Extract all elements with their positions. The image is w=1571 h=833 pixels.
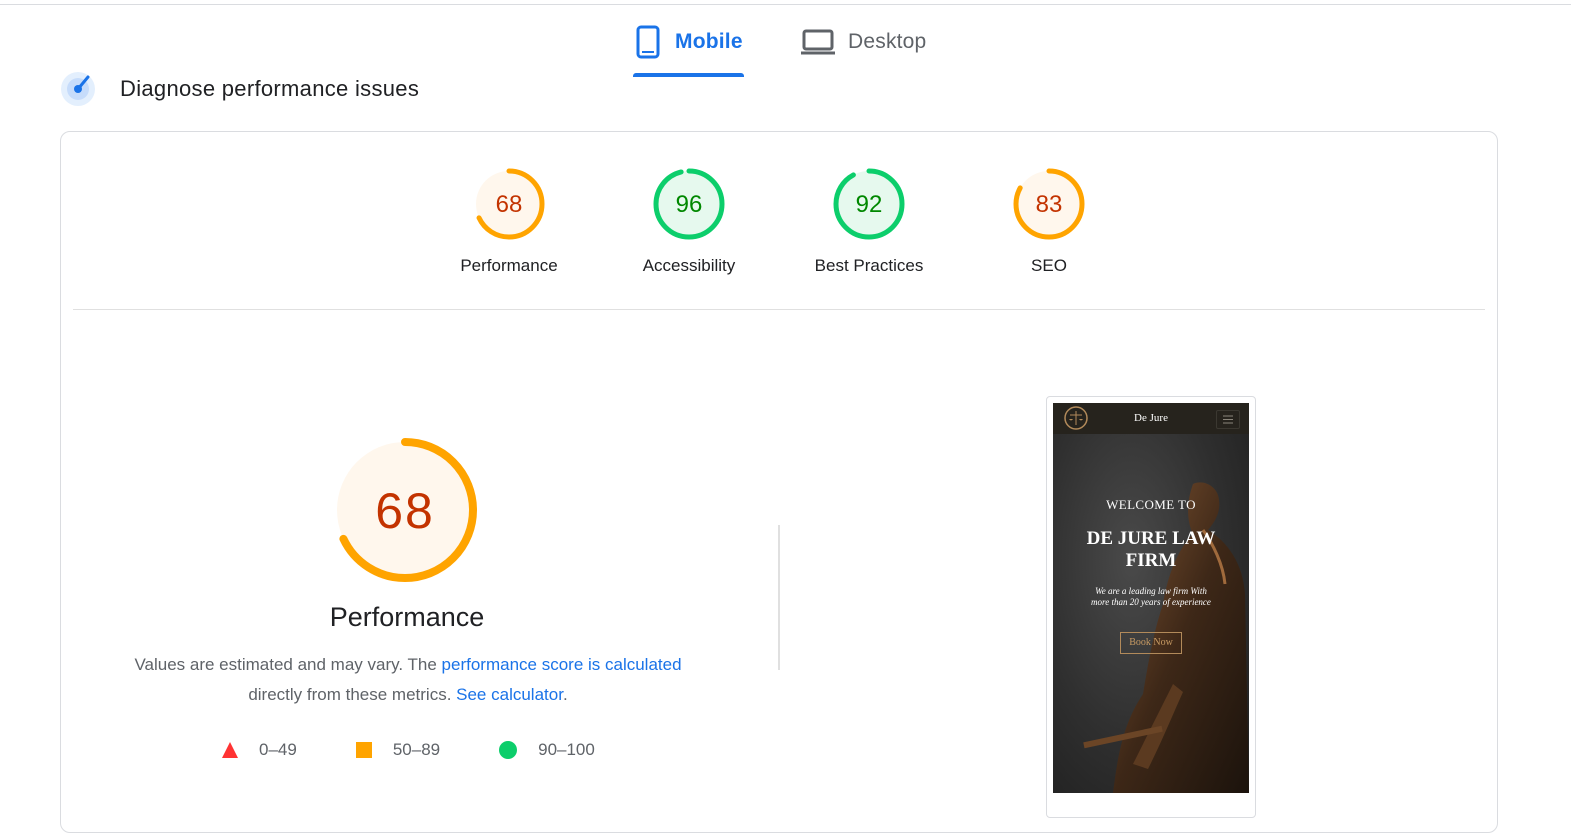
performance-description: Values are estimated and may vary. The p…: [91, 650, 725, 710]
gauge-accessibility[interactable]: 96 Accessibility: [619, 166, 759, 276]
performance-label: Performance: [460, 256, 558, 275]
active-tab-indicator: [633, 73, 744, 77]
legend-average-range: 50–89: [392, 740, 441, 759]
desc-text: Values are estimated and may vary. The: [134, 655, 442, 674]
performance-main-title: Performance: [329, 602, 485, 632]
accessibility-score: 96: [676, 191, 703, 218]
legend-average: 50–89: [355, 740, 440, 760]
tab-mobile-label: Mobile: [675, 30, 743, 53]
score-legend: 0–49 50–89 90–100: [221, 740, 653, 760]
hero-welcome: WELCOME TO: [1106, 497, 1196, 512]
legend-pass-range: 90–100: [538, 740, 595, 759]
hero-title: DE JURE LAW FIRM: [1086, 528, 1216, 571]
desc-text: directly from these metrics.: [248, 685, 457, 704]
lady-justice-statue-image: [1083, 482, 1249, 793]
smartphone-icon: [636, 25, 660, 59]
hero-subtitle: We are a leading law firm With more than…: [1091, 586, 1211, 607]
performance-gauge-ring: 68: [473, 168, 545, 240]
accessibility-gauge-ring: 96: [653, 168, 725, 240]
hamburger-menu-icon: [1216, 410, 1240, 429]
seo-score: 83: [1036, 191, 1063, 218]
legend-fail-range: 0–49: [259, 740, 297, 759]
screenshot-hero: WELCOME TO DE JURE LAW FIRM We are a lea…: [1053, 434, 1249, 793]
performance-score: 68: [496, 191, 523, 218]
see-calculator-link[interactable]: See calculator: [456, 685, 563, 704]
square-icon: [355, 742, 372, 758]
best-practices-gauge-ring: 92: [833, 168, 905, 240]
seo-label: SEO: [1031, 256, 1067, 275]
top-rule: [0, 4, 1571, 5]
score-gauges: 68 Performance 96 Accessibility 92 Best …: [61, 132, 1497, 310]
screenshot-viewport: WELCOME TO DE JURE LAW FIRM We are a lea…: [1053, 403, 1249, 793]
gauge-performance[interactable]: 68 Performance: [439, 166, 579, 276]
report-card: 68 Performance 96 Accessibility 92 Best …: [60, 131, 1498, 833]
device-tabs: Mobile Desktop: [633, 20, 928, 78]
gauge-best-practices[interactable]: 92 Best Practices: [799, 166, 939, 276]
gauges-divider: [73, 309, 1485, 310]
circle-icon: [499, 741, 518, 759]
performance-main-score: 68: [375, 483, 435, 539]
page-screenshot-thumbnail[interactable]: WELCOME TO DE JURE LAW FIRM We are a lea…: [1046, 396, 1256, 818]
gauge-icon: [61, 72, 95, 106]
book-now-button: Book Now: [1120, 632, 1182, 654]
section-title: Diagnose performance issues: [120, 76, 420, 101]
best-practices-score: 92: [856, 191, 883, 218]
desc-period: .: [562, 685, 568, 704]
accessibility-label: Accessibility: [642, 256, 736, 275]
tab-mobile[interactable]: Mobile: [633, 20, 748, 64]
score-calculated-link[interactable]: performance score is calculated: [442, 655, 682, 674]
seo-gauge-ring: 83: [1013, 168, 1085, 240]
laptop-icon: [801, 29, 835, 55]
screenshot-navbar: De Jure: [1053, 403, 1249, 434]
tab-desktop[interactable]: Desktop: [798, 20, 928, 64]
triangle-icon: [222, 742, 238, 758]
tab-desktop-label: Desktop: [848, 30, 927, 53]
gauge-seo[interactable]: 83 SEO: [979, 166, 1119, 276]
performance-main-gauge: 68: [333, 438, 477, 582]
legend-pass: 90–100: [498, 740, 595, 760]
best-practices-label: Best Practices: [814, 256, 924, 275]
vertical-divider: [778, 525, 780, 670]
legend-fail: 0–49: [221, 740, 297, 760]
